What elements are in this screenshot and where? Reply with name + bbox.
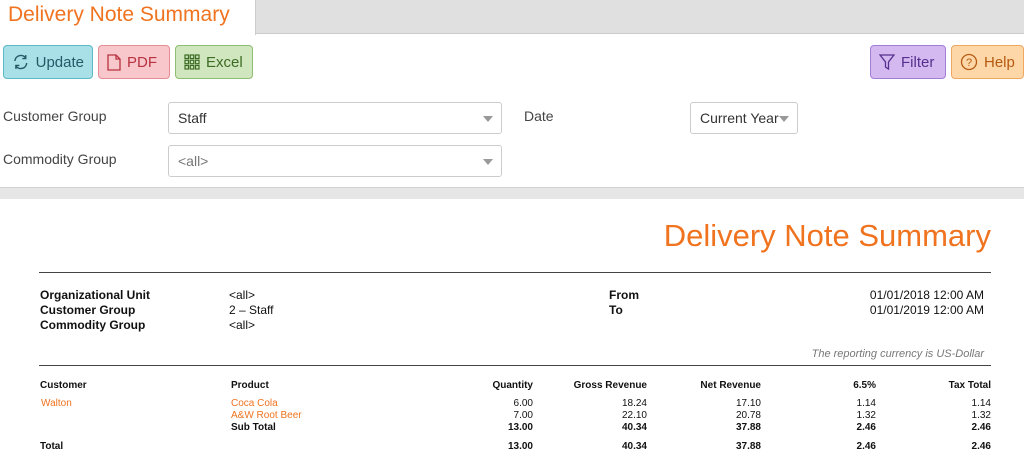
table-row-tax-total: 1.32 — [971, 410, 991, 421]
table-row-tax-total: 1.14 — [971, 398, 991, 409]
total-gross: 40.34 — [621, 441, 647, 452]
from-value: 01/01/2018 12:00 AM — [869, 288, 984, 302]
table-row-product-link[interactable]: A&W Root Beer — [231, 410, 302, 421]
date-label: Date — [524, 108, 554, 124]
chevron-down-icon — [779, 116, 789, 122]
column-header-tax-rate: 6.5% — [853, 380, 876, 391]
table-row-customer-link[interactable]: Walton — [41, 398, 72, 409]
column-header-gross-revenue: Gross Revenue — [573, 380, 647, 391]
info-customer-group-value: 2 – Staff — [229, 303, 274, 317]
subtotal-gross: 40.34 — [621, 422, 647, 433]
column-header-net-revenue: Net Revenue — [700, 380, 761, 391]
info-values-left: <all> 2 – Staff <all> — [229, 288, 273, 333]
question-icon: ? — [960, 53, 978, 71]
subtotal-tax-total: 2.46 — [971, 422, 991, 433]
total-quantity: 13.00 — [507, 441, 533, 452]
to-value: 01/01/2019 12:00 AM — [869, 303, 984, 317]
filter-button[interactable]: Filter — [870, 45, 946, 79]
customer-group-select[interactable]: Staff — [168, 102, 502, 134]
to-label: To — [609, 303, 623, 317]
table-row-tax-rate: 1.32 — [856, 410, 876, 421]
column-header-quantity: Quantity — [492, 380, 533, 391]
column-header-tax-total: Tax Total — [948, 380, 991, 391]
excel-button[interactable]: Excel — [175, 45, 253, 79]
commodity-group-value: <all> — [178, 153, 209, 169]
info-commodity-group-value: <all> — [229, 318, 256, 332]
update-button[interactable]: Update — [3, 45, 93, 79]
excel-label: Excel — [206, 53, 243, 71]
pdf-label: PDF — [127, 53, 157, 71]
filter-label: Filter — [901, 53, 935, 71]
table-row-net: 17.10 — [735, 398, 761, 409]
column-header-product: Product — [231, 380, 269, 391]
help-label: Help — [984, 53, 1015, 71]
info-labels-left: Organizational Unit Customer Group Commo… — [40, 288, 150, 333]
svg-text:?: ? — [966, 57, 972, 69]
total-label: Total — [40, 441, 64, 452]
table-row-quantity: 7.00 — [513, 410, 533, 421]
table-row-product-link[interactable]: Coca Cola — [231, 398, 278, 409]
table-row-gross: 18.24 — [621, 398, 647, 409]
chevron-down-icon — [483, 116, 493, 122]
customer-group-label: Customer Group — [3, 108, 107, 124]
subtotal-quantity: 13.00 — [507, 422, 533, 433]
tab-title: Delivery Note Summary — [8, 3, 230, 26]
total-net: 37.88 — [735, 441, 761, 452]
currency-note: The reporting currency is US-Dollar — [811, 348, 984, 360]
subtotal-label: Sub Total — [231, 422, 276, 433]
total-tax-total: 2.46 — [971, 441, 991, 452]
from-label: From — [609, 288, 639, 302]
section-divider — [0, 187, 1024, 199]
table-row-quantity: 6.00 — [513, 398, 533, 409]
org-unit-value: <all> — [229, 288, 256, 302]
chevron-down-icon — [483, 159, 493, 165]
column-header-customer: Customer — [40, 380, 87, 391]
funnel-icon — [879, 53, 895, 70]
table-row-tax-rate: 1.14 — [856, 398, 876, 409]
info-customer-group-label: Customer Group — [40, 303, 136, 317]
total-tax-rate: 2.46 — [856, 441, 876, 452]
table-row-net: 20.78 — [735, 410, 761, 421]
customer-group-value: Staff — [178, 110, 207, 126]
date-select[interactable]: Current Year — [690, 102, 798, 134]
commodity-group-label: Commodity Group — [3, 151, 117, 167]
refresh-icon — [14, 54, 28, 70]
table-row-gross: 22.10 — [621, 410, 647, 421]
tab-bar: Delivery Note Summary — [0, 0, 1024, 35]
grid-icon — [184, 54, 200, 70]
pdf-button[interactable]: PDF — [98, 45, 170, 79]
tab-delivery-note-summary[interactable]: Delivery Note Summary — [0, 0, 256, 35]
info-labels-right: From To — [609, 288, 639, 318]
subtotal-tax-rate: 2.46 — [856, 422, 876, 433]
update-label: Update — [35, 53, 84, 71]
help-button[interactable]: ? Help — [951, 45, 1024, 79]
commodity-group-select[interactable]: <all> — [168, 145, 502, 177]
subtotal-net: 37.88 — [735, 422, 761, 433]
report-title: Delivery Note Summary — [663, 218, 991, 253]
report-rule-mid — [39, 365, 991, 366]
info-commodity-group-label: Commodity Group — [40, 318, 146, 332]
info-values-right: 01/01/2018 12:00 AM 01/01/2019 12:00 AM — [870, 288, 984, 318]
org-unit-label: Organizational Unit — [40, 288, 151, 302]
document-icon — [107, 53, 121, 71]
report-rule-top — [39, 272, 991, 273]
date-value: Current Year — [700, 110, 779, 126]
